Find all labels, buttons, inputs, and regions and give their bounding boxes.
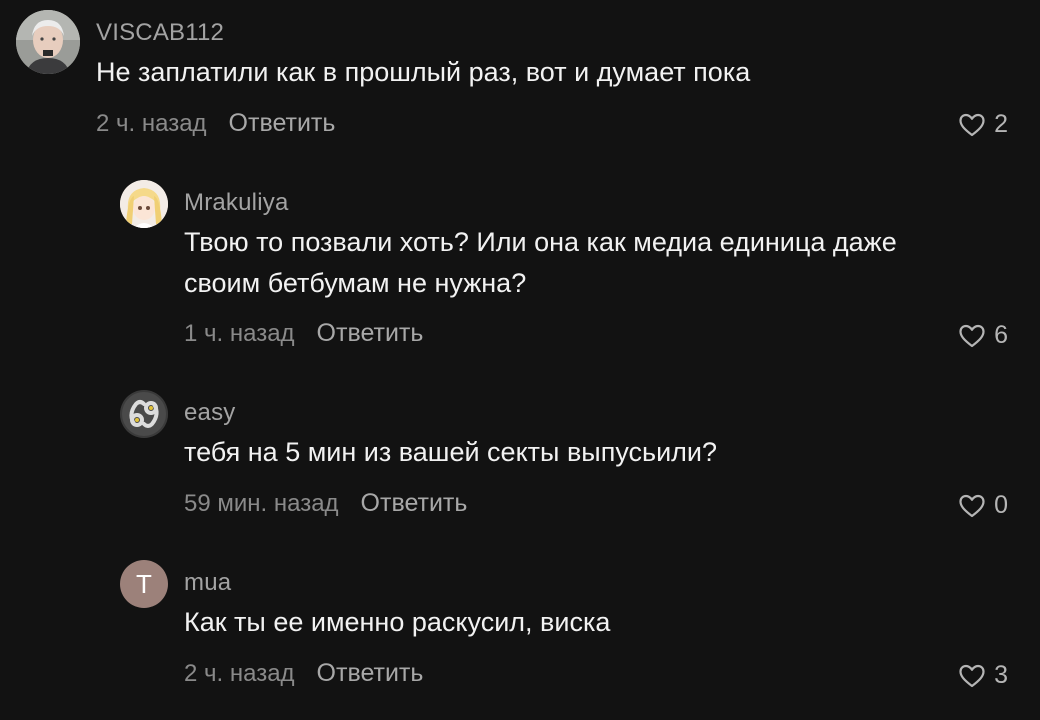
heart-icon [959,324,985,347]
like-count: 6 [994,321,1008,349]
heart-icon [959,113,985,136]
like-count: 3 [994,661,1008,689]
69-logo-avatar-icon [120,390,168,438]
comment-meta: 2 ч. назад Ответить [184,659,423,688]
comment-text: Как ты ее именно раскусил, виска [184,607,611,637]
like-button[interactable]: 2 [958,110,1008,139]
heart-icon [959,664,985,687]
comment-timestamp: 1 ч. назад [184,320,295,347]
comment-text: Твою то позвали хоть? Или она как медиа … [184,227,897,298]
user-avatar[interactable]: T [120,560,168,608]
comment-meta: 1 ч. назад Ответить [184,319,423,348]
like-count: 2 [994,110,1008,138]
reply-button[interactable]: Ответить [229,109,336,137]
reply-button[interactable]: Ответить [317,319,424,347]
comment-timestamp: 2 ч. назад [184,660,295,687]
comment-username[interactable]: VISCAB112 [96,19,224,47]
comments-thread: VISCAB112 Не заплатили как в прошлый раз… [0,0,1040,720]
reply-button[interactable]: Ответить [317,659,424,687]
like-count: 0 [994,491,1008,519]
reply-button[interactable]: Ответить [361,489,468,517]
comment-text: Не заплатили как в прошлый раз, вот и ду… [96,57,751,87]
user-avatar[interactable] [120,390,168,438]
comment-username[interactable]: Mrakuliya [184,189,289,217]
like-button[interactable]: 3 [958,661,1008,690]
avatar-letter: T [136,568,152,599]
like-button[interactable]: 0 [958,491,1008,520]
comment-timestamp: 59 мин. назад [184,490,339,517]
user-avatar[interactable] [120,180,168,228]
heart-icon [959,494,985,517]
user-avatar[interactable] [16,10,80,74]
user-photo-avatar-icon [16,10,80,74]
comment-username[interactable]: easy [184,399,236,427]
comment-text: тебя на 5 мин из вашей секты выпусьили? [184,437,718,467]
comment-meta: 2 ч. назад Ответить [96,109,335,138]
anime-avatar-icon [120,180,168,228]
like-button[interactable]: 6 [958,321,1008,350]
comment-username[interactable]: mua [184,569,231,597]
comment-meta: 59 мин. назад Ответить [184,489,467,518]
comment-timestamp: 2 ч. назад [96,110,207,137]
